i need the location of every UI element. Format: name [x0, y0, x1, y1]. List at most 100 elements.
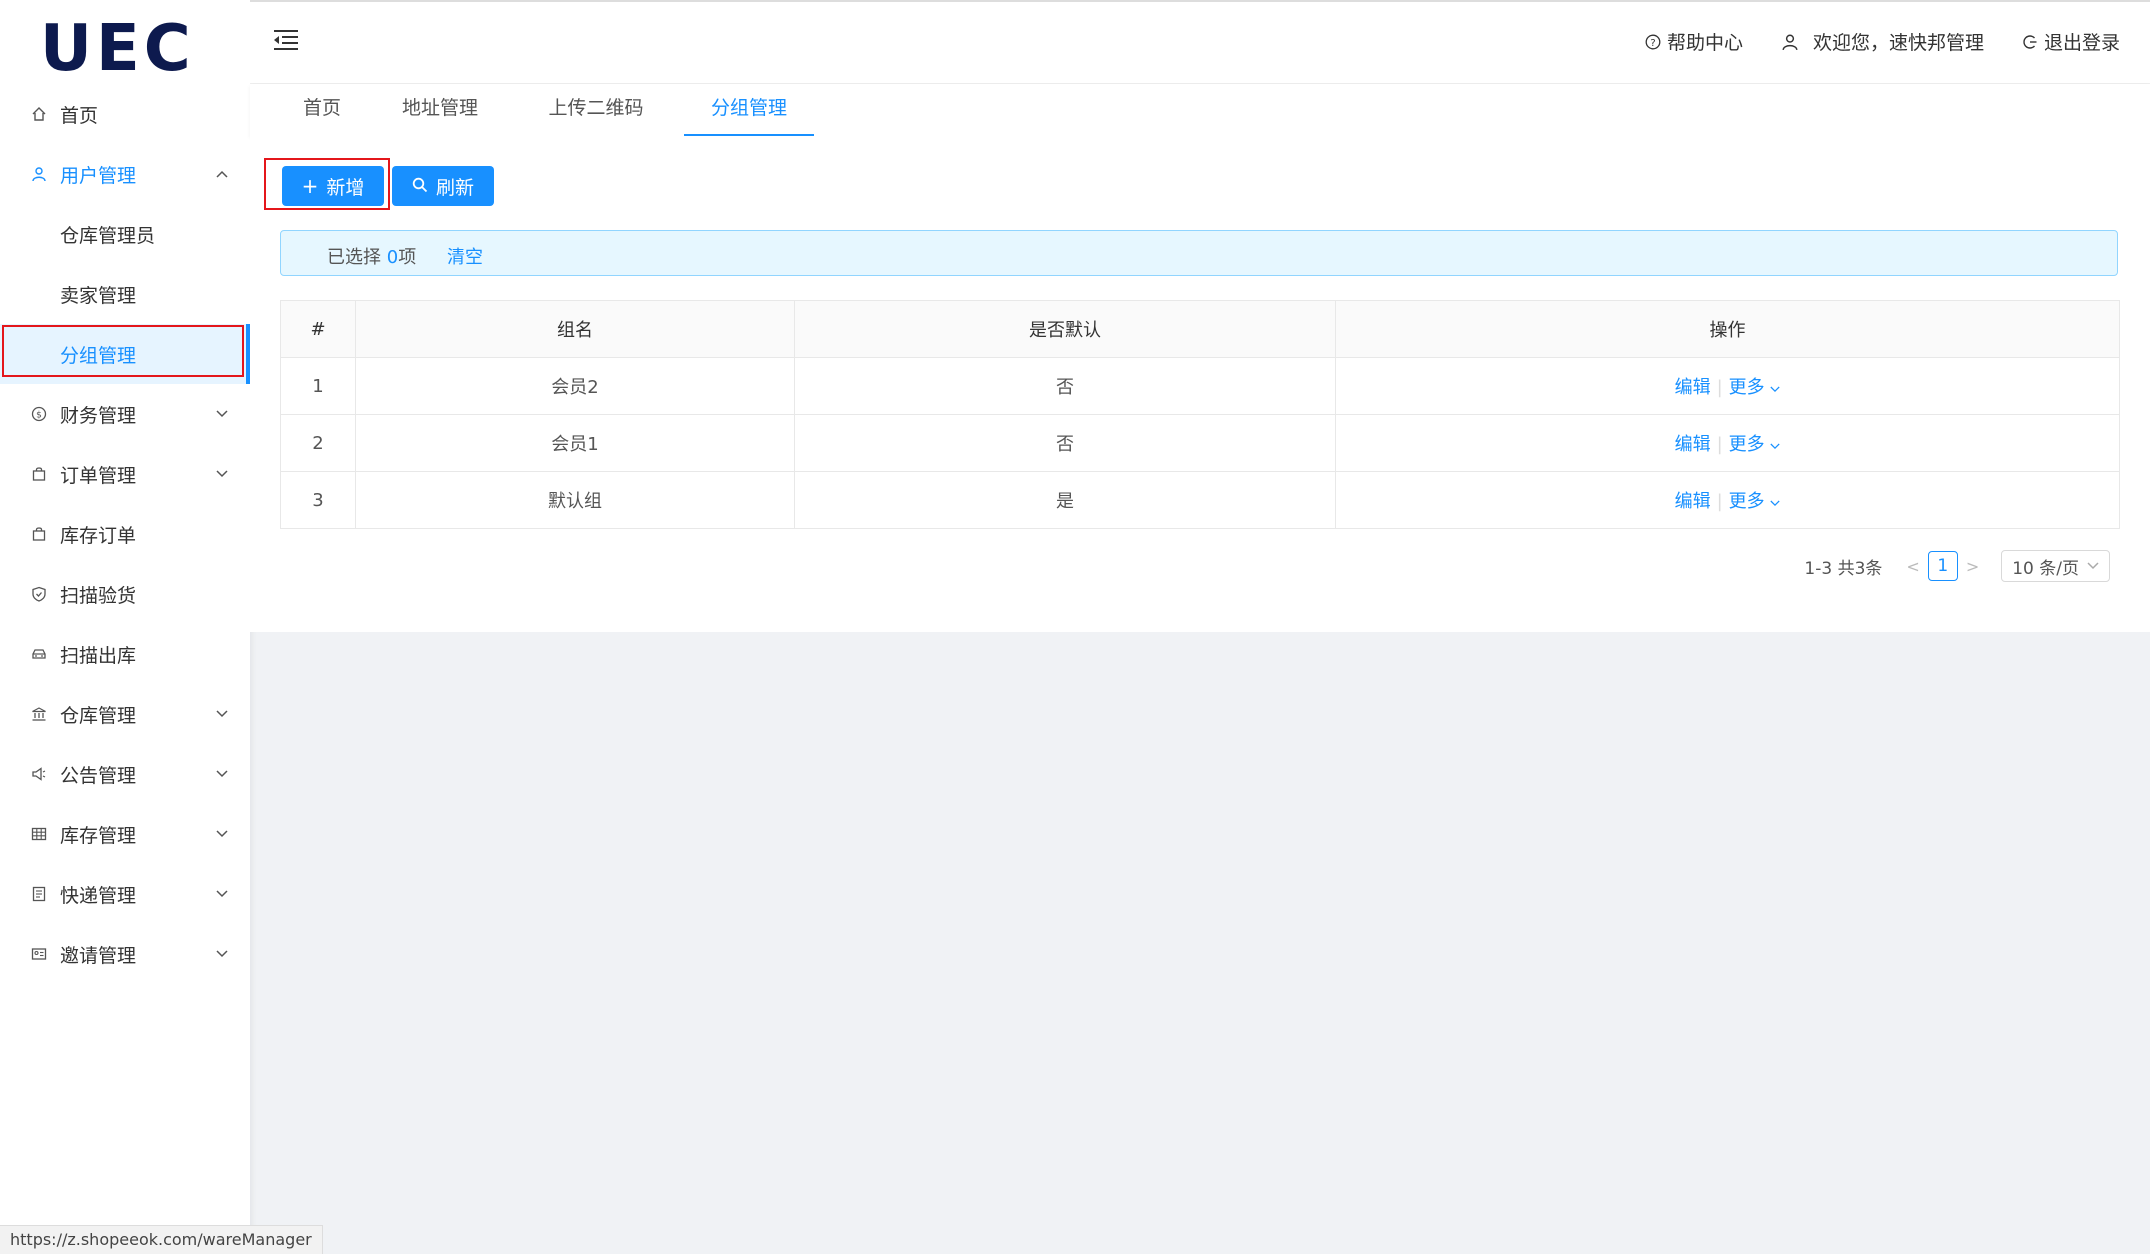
- browser-status-url: https://z.shopeeok.com/wareManager: [0, 1225, 323, 1254]
- plus-icon: +: [301, 174, 319, 198]
- dollar-icon: $: [28, 403, 50, 425]
- help-center-link[interactable]: ? 帮助中心: [1645, 28, 1743, 55]
- action-divider: |: [1716, 491, 1723, 512]
- selection-alert: 已选择 0项 清空: [280, 230, 2118, 276]
- sidebar-item-seller-management[interactable]: 卖家管理: [0, 264, 250, 324]
- tab-upload-qrcode[interactable]: 上传二维码: [546, 84, 646, 136]
- pagination-page[interactable]: 1: [1927, 551, 1958, 581]
- profile-icon: [28, 883, 50, 905]
- cell-is-default: 否: [794, 357, 1336, 415]
- cell-actions: 编辑 | 更多: [1335, 357, 2120, 415]
- sidebar-item-warehouse[interactable]: 仓库管理: [0, 684, 250, 744]
- user-welcome[interactable]: 欢迎您，速快邦管理: [1781, 28, 1984, 55]
- clear-selection-link[interactable]: 清空: [447, 243, 483, 269]
- page-size-select[interactable]: 10 条/页: [2001, 550, 2110, 582]
- column-header-group-name: 组名: [355, 300, 795, 358]
- cell-index: 1: [280, 357, 356, 415]
- sidebar-item-scan-outbound[interactable]: 扫描出库: [0, 624, 250, 684]
- sidebar-item-scan-inspection[interactable]: 扫描验货: [0, 564, 250, 624]
- tab-home[interactable]: 首页: [290, 84, 354, 136]
- sidebar-item-group-management[interactable]: 分组管理: [0, 324, 250, 384]
- more-dropdown[interactable]: 更多: [1729, 434, 1781, 455]
- main-content: + 新增 刷新 已选择 0项 清空 # 组名 是否默认 操作 1 会员2 否 编…: [250, 136, 2150, 632]
- selection-suffix: 项: [398, 247, 417, 268]
- sidebar-item-label: 用户管理: [60, 164, 137, 187]
- add-button[interactable]: + 新增: [282, 166, 384, 206]
- car-icon: [28, 643, 50, 665]
- shield-icon: [28, 583, 50, 605]
- sidebar-menu: 首页 用户管理 仓库管理员 卖家管理 分组管理 $ 财务管理 订单管理 库存订单…: [0, 84, 250, 984]
- svg-text:?: ?: [1650, 37, 1655, 48]
- column-header-actions: 操作: [1335, 300, 2120, 358]
- sidebar-item-warehouse-admin[interactable]: 仓库管理员: [0, 204, 250, 264]
- sidebar-item-invitations[interactable]: 邀请管理: [0, 924, 250, 984]
- table-row: 2 会员1 否 编辑 | 更多: [280, 414, 2120, 472]
- sidebar-item-label: 分组管理: [60, 344, 137, 367]
- user-icon: [28, 163, 50, 185]
- header-actions: ? 帮助中心 欢迎您，速快邦管理 退出登录: [1607, 28, 2120, 55]
- add-button-label: 新增: [326, 176, 365, 199]
- cell-group-name: 会员1: [355, 414, 795, 472]
- logout-label: 退出登录: [2043, 32, 2120, 54]
- chevron-down-icon: [216, 407, 228, 422]
- cell-index: 3: [280, 471, 356, 529]
- action-divider: |: [1716, 377, 1723, 398]
- sidebar-item-inventory[interactable]: 库存管理: [0, 804, 250, 864]
- more-dropdown[interactable]: 更多: [1729, 491, 1781, 512]
- sidebar-item-stock-orders[interactable]: 库存订单: [0, 504, 250, 564]
- sidebar-item-label: 仓库管理: [60, 704, 137, 727]
- sidebar-item-finance[interactable]: $ 财务管理: [0, 384, 250, 444]
- page-tabs: 首页 地址管理 上传二维码 分组管理: [250, 84, 2150, 136]
- sidebar-item-announcements[interactable]: 公告管理: [0, 744, 250, 804]
- tab-group-management[interactable]: 分组管理: [684, 84, 814, 136]
- more-label: 更多: [1728, 377, 1765, 398]
- table-header-row: # 组名 是否默认 操作: [280, 300, 2120, 358]
- chevron-up-icon: [216, 167, 228, 182]
- sidebar-item-label: 首页: [60, 104, 99, 127]
- cell-is-default: 是: [794, 471, 1336, 529]
- shopping-bag-icon: [28, 463, 50, 485]
- sidebar-item-label: 订单管理: [60, 464, 137, 487]
- sidebar-item-label: 扫描验货: [60, 584, 137, 607]
- edit-link[interactable]: 编辑: [1675, 434, 1711, 455]
- logout-button[interactable]: 退出登录: [2022, 28, 2120, 55]
- table-row: 3 默认组 是 编辑 | 更多: [280, 471, 2120, 529]
- chevron-down-icon: [216, 827, 228, 842]
- welcome-text: 欢迎您，速快邦管理: [1812, 32, 1984, 54]
- user-icon: [1782, 34, 1798, 50]
- home-icon: [28, 103, 50, 125]
- sidebar-item-label: 仓库管理员: [60, 224, 156, 247]
- menu-fold-icon[interactable]: [272, 28, 300, 54]
- refresh-button-label: 刷新: [435, 176, 474, 199]
- sidebar-item-label: 邀请管理: [60, 944, 137, 967]
- cell-actions: 编辑 | 更多: [1335, 414, 2120, 472]
- sidebar-item-label: 卖家管理: [60, 284, 137, 307]
- sidebar-item-express[interactable]: 快递管理: [0, 864, 250, 924]
- top-header: ? 帮助中心 欢迎您，速快邦管理 退出登录: [250, 0, 2150, 84]
- chevron-down-icon: [2087, 559, 2099, 574]
- tab-address-management[interactable]: 地址管理: [400, 84, 480, 136]
- sidebar-item-user-management[interactable]: 用户管理: [0, 144, 250, 204]
- chevron-left-icon[interactable]: <: [1906, 557, 1919, 576]
- more-dropdown[interactable]: 更多: [1729, 377, 1781, 398]
- chevron-right-icon[interactable]: >: [1966, 557, 1979, 576]
- selection-count: 0: [386, 247, 399, 268]
- chevron-down-icon: [216, 947, 228, 962]
- sidebar-item-label: 公告管理: [60, 764, 137, 787]
- refresh-button[interactable]: 刷新: [392, 166, 494, 206]
- help-center-label: 帮助中心: [1666, 32, 1743, 54]
- column-header-is-default: 是否默认: [794, 300, 1336, 358]
- sidebar-item-label: 扫描出库: [60, 644, 137, 667]
- svg-text:$: $: [36, 411, 42, 421]
- chevron-down-icon: [1770, 491, 1781, 512]
- edit-link[interactable]: 编辑: [1675, 377, 1711, 398]
- cell-is-default: 否: [794, 414, 1336, 472]
- sidebar-item-home[interactable]: 首页: [0, 84, 250, 144]
- edit-link[interactable]: 编辑: [1675, 491, 1711, 512]
- sidebar-item-label: 快递管理: [60, 884, 137, 907]
- cell-index: 2: [280, 414, 356, 472]
- page-size-value: 10 条/页: [2012, 558, 2079, 579]
- search-icon: [412, 174, 428, 198]
- sidebar-item-orders[interactable]: 订单管理: [0, 444, 250, 504]
- idcard-icon: [28, 943, 50, 965]
